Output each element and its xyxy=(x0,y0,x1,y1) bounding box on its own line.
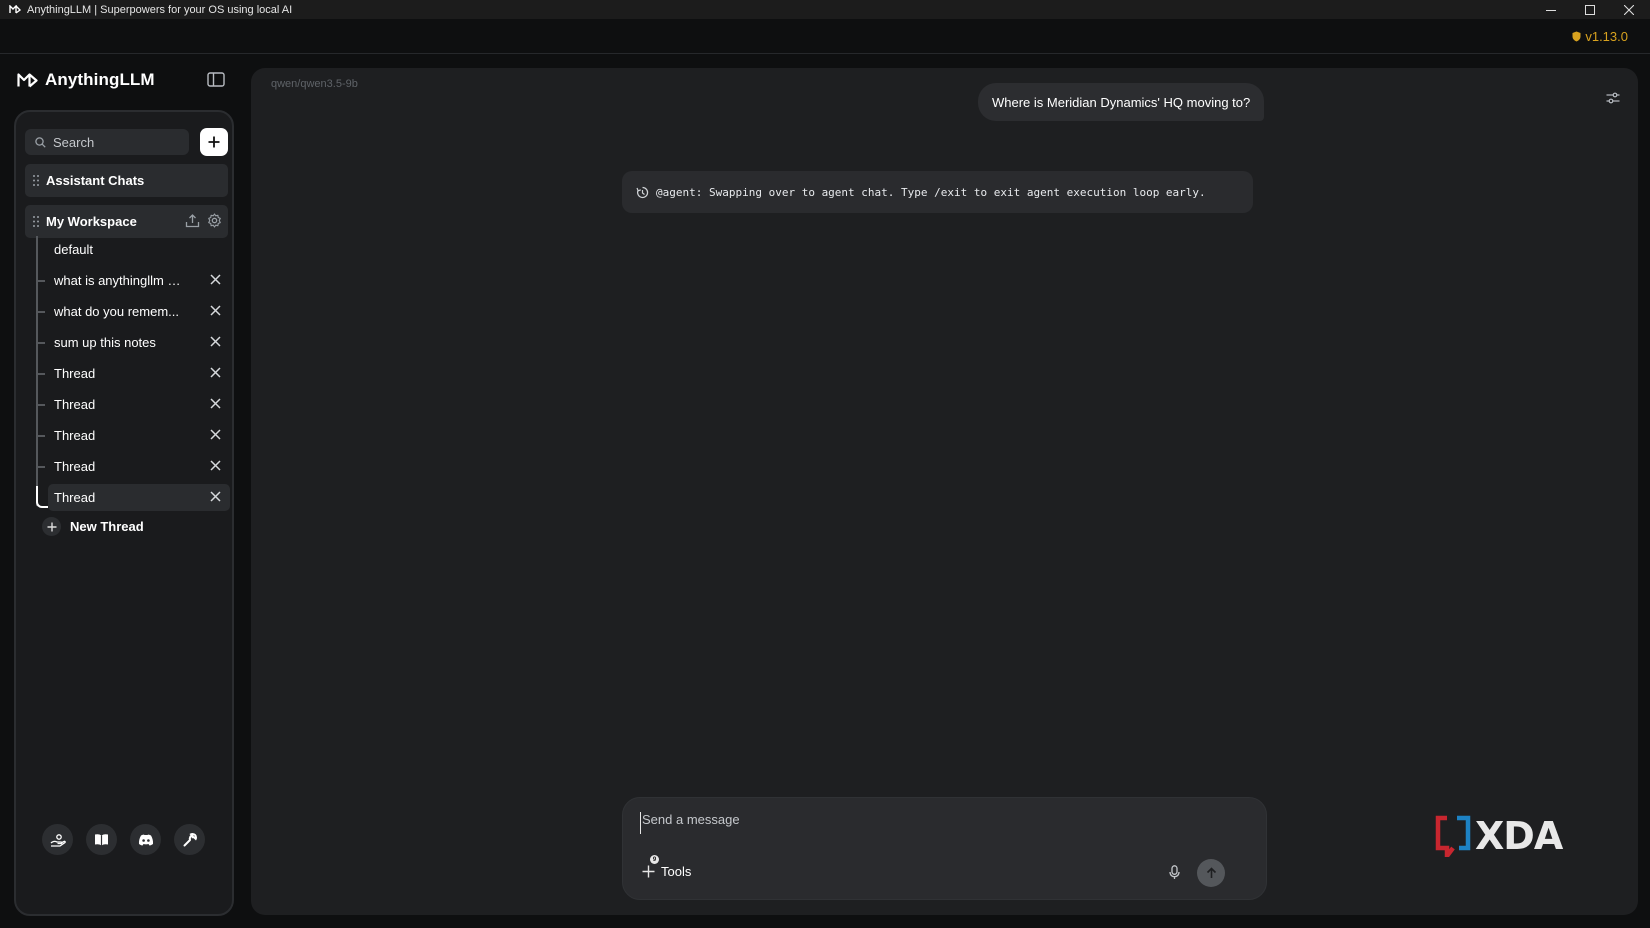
search-icon xyxy=(35,136,46,148)
anythingllm-logo-icon xyxy=(17,72,38,88)
shield-icon xyxy=(1572,31,1581,42)
plus-icon xyxy=(42,517,61,536)
close-thread-icon[interactable] xyxy=(210,398,221,409)
new-thread-label: New Thread xyxy=(70,519,144,534)
new-workspace-button[interactable] xyxy=(200,128,228,156)
window-title-bar: AnythingLLM | Superpowers for your OS us… xyxy=(0,0,1650,19)
tools-count-badge: 9 xyxy=(650,855,659,864)
xda-logo-icon xyxy=(1435,815,1471,857)
plus-icon xyxy=(208,136,220,148)
app-logo-icon xyxy=(8,4,22,16)
upload-icon[interactable] xyxy=(185,213,200,228)
chat-settings-sliders-icon[interactable] xyxy=(1606,92,1620,104)
search-box[interactable] xyxy=(25,129,189,155)
gear-icon[interactable] xyxy=(207,213,222,228)
thread-item[interactable]: default xyxy=(48,236,230,263)
assistant-chats-item[interactable]: Assistant Chats xyxy=(25,164,228,197)
message-composer: 9 Tools xyxy=(622,797,1267,900)
thread-item[interactable]: Thread xyxy=(36,391,230,418)
send-button[interactable] xyxy=(1197,859,1225,887)
agent-status-message: @agent: Swapping over to agent chat. Typ… xyxy=(622,171,1253,213)
model-label: qwen/qwen3.5-9b xyxy=(271,78,358,90)
plus-icon: 9 xyxy=(642,855,659,878)
tree-corner xyxy=(36,486,48,508)
microphone-icon[interactable] xyxy=(1169,865,1180,880)
thread-item[interactable]: what do you remem... xyxy=(36,298,230,325)
thread-label: Thread xyxy=(54,428,96,443)
assistant-chats-label: Assistant Chats xyxy=(46,173,145,188)
thread-item[interactable]: Thread xyxy=(36,453,230,480)
new-thread-button[interactable]: New Thread xyxy=(42,517,144,536)
close-thread-icon[interactable] xyxy=(210,305,221,316)
maximize-icon[interactable] xyxy=(1571,0,1609,19)
close-thread-icon[interactable] xyxy=(210,274,221,285)
sidebar-footer xyxy=(42,824,205,855)
arrow-up-icon xyxy=(1206,867,1217,879)
thread-label: Thread xyxy=(54,459,96,474)
close-thread-icon[interactable] xyxy=(210,367,221,378)
agent-icon xyxy=(636,186,649,199)
settings-wrench-icon[interactable] xyxy=(174,824,205,855)
thread-label: Thread xyxy=(54,366,96,381)
chat-panel: qwen/qwen3.5-9b Where is Meridian Dynami… xyxy=(251,68,1638,915)
workspace-item[interactable]: My Workspace xyxy=(25,205,228,238)
thread-item[interactable]: Thread xyxy=(36,360,230,387)
thread-label: Thread xyxy=(54,490,96,505)
minimize-icon[interactable] xyxy=(1532,0,1570,19)
close-thread-icon[interactable] xyxy=(210,336,221,347)
xda-watermark: XDA xyxy=(1435,814,1563,858)
sidebar: Assistant Chats My Workspace default wha… xyxy=(14,110,234,916)
tools-button[interactable]: 9 Tools xyxy=(642,855,692,879)
version-text: v1.13.0 xyxy=(1585,29,1628,44)
watermark-text: XDA xyxy=(1475,814,1563,858)
community-hub-icon[interactable] xyxy=(42,824,73,855)
thread-item[interactable]: sum up this notes xyxy=(36,329,230,356)
user-message-bubble: Where is Meridian Dynamics' HQ moving to… xyxy=(978,83,1265,121)
close-thread-icon[interactable] xyxy=(210,491,221,502)
brand-name: AnythingLLM xyxy=(45,70,155,89)
thread-item[interactable]: Thread xyxy=(36,422,230,449)
search-input[interactable] xyxy=(53,134,173,150)
thread-label: sum up this notes xyxy=(54,335,156,350)
close-icon[interactable] xyxy=(1610,0,1648,19)
top-bar: v1.13.0 xyxy=(0,19,1650,54)
sidebar-toggle-icon[interactable] xyxy=(207,72,227,90)
message-input[interactable] xyxy=(640,812,1242,834)
version-badge[interactable]: v1.13.0 xyxy=(1572,29,1628,44)
workspace-name: My Workspace xyxy=(46,214,137,229)
agent-message-text: @agent: Swapping over to agent chat. Typ… xyxy=(656,185,1206,199)
docs-book-icon[interactable] xyxy=(86,824,117,855)
thread-label: what do you remem... xyxy=(54,304,179,319)
tools-label: Tools xyxy=(661,864,692,879)
window-title: AnythingLLM | Superpowers for your OS us… xyxy=(27,3,293,16)
close-thread-icon[interactable] xyxy=(210,460,221,471)
close-thread-icon[interactable] xyxy=(210,429,221,440)
thread-item-active[interactable]: Thread xyxy=(48,484,230,511)
brand-logo[interactable]: AnythingLLM xyxy=(17,70,155,90)
drag-handle-icon[interactable] xyxy=(33,175,39,186)
thread-label: what is anythingllm a... xyxy=(54,273,182,288)
thread-item[interactable]: what is anythingllm a... xyxy=(36,267,230,294)
drag-handle-icon[interactable] xyxy=(33,216,39,227)
thread-label: Thread xyxy=(54,397,96,412)
discord-icon[interactable] xyxy=(130,824,161,855)
thread-label: default xyxy=(54,242,94,257)
